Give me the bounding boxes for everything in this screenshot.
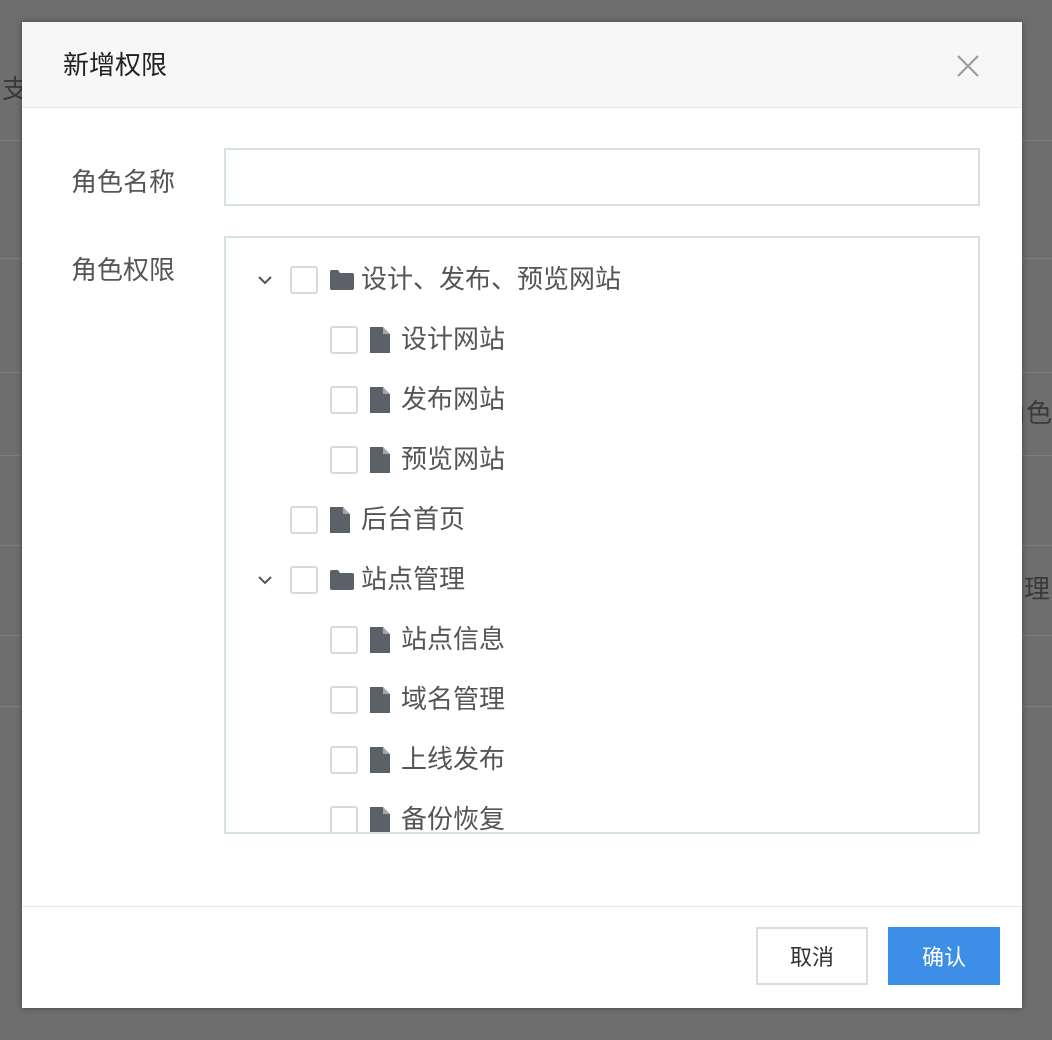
file-icon	[369, 746, 395, 774]
tree-node-label: 站点管理	[361, 565, 466, 595]
tree-node[interactable]: 域名管理	[330, 680, 505, 720]
file-icon	[369, 326, 395, 354]
dialog-header: 新增权限	[22, 22, 1022, 108]
close-button[interactable]	[948, 46, 988, 86]
close-icon	[957, 55, 979, 77]
tree-node-checkbox[interactable]	[330, 686, 358, 714]
chevron-down-icon	[258, 276, 272, 285]
tree-node-label: 备份恢复	[401, 805, 506, 834]
tree-node-label: 发布网站	[401, 385, 506, 415]
tree-node[interactable]: 预览网站	[330, 440, 505, 480]
tree-node[interactable]: 发布网站	[330, 380, 505, 420]
tree-node-label: 上线发布	[401, 745, 506, 775]
chevron-down-icon	[258, 576, 272, 585]
role-name-input[interactable]	[224, 148, 980, 206]
tree-node-checkbox[interactable]	[330, 806, 358, 832]
dialog-title: 新增权限	[63, 51, 168, 81]
confirm-button[interactable]: 确认	[888, 927, 1000, 985]
file-icon	[329, 506, 355, 534]
tree-node-label: 设计网站	[401, 325, 506, 355]
tree-node-checkbox[interactable]	[330, 446, 358, 474]
dialog-footer: 取消 确认	[22, 906, 1022, 1008]
tree-node-checkbox[interactable]	[330, 326, 358, 354]
tree-node-label: 预览网站	[401, 445, 506, 475]
folder-icon	[329, 266, 355, 294]
tree-node-checkbox[interactable]	[330, 746, 358, 774]
tree-node[interactable]: 后台首页	[290, 500, 465, 540]
tree-expand-caret[interactable]	[254, 269, 276, 291]
tree-node-label: 后台首页	[361, 505, 466, 535]
tree-node-label: 域名管理	[401, 685, 506, 715]
tree-node-checkbox[interactable]	[290, 266, 318, 294]
tree-node[interactable]: 站点管理	[290, 560, 465, 600]
tree-node-checkbox[interactable]	[330, 626, 358, 654]
file-icon	[369, 446, 395, 474]
file-icon	[369, 626, 395, 654]
permission-tree[interactable]: 设计、发布、预览网站设计网站发布网站预览网站后台首页站点管理站点信息域名管理上线…	[224, 236, 980, 834]
file-icon	[369, 386, 395, 414]
tree-node[interactable]: 设计、发布、预览网站	[290, 260, 621, 300]
folder-icon	[329, 566, 355, 594]
file-icon	[369, 686, 395, 714]
tree-node-checkbox[interactable]	[290, 566, 318, 594]
tree-node[interactable]: 上线发布	[330, 740, 505, 780]
add-permission-dialog: 新增权限 角色名称 角色权限 设计、发布、预览网站设计网站发布网站预览网站后台首…	[22, 22, 1022, 1008]
tree-node-checkbox[interactable]	[290, 506, 318, 534]
tree-node-label: 设计、发布、预览网站	[361, 265, 622, 295]
role-name-label: 角色名称	[71, 168, 176, 198]
tree-node-checkbox[interactable]	[330, 386, 358, 414]
tree-node[interactable]: 设计网站	[330, 320, 505, 360]
tree-node-label: 站点信息	[401, 625, 506, 655]
tree-expand-caret[interactable]	[254, 569, 276, 591]
file-icon	[369, 806, 395, 832]
role-permission-label: 角色权限	[71, 256, 176, 286]
tree-node[interactable]: 备份恢复	[330, 800, 506, 834]
tree-node[interactable]: 站点信息	[330, 620, 505, 660]
cancel-button[interactable]: 取消	[756, 927, 868, 985]
